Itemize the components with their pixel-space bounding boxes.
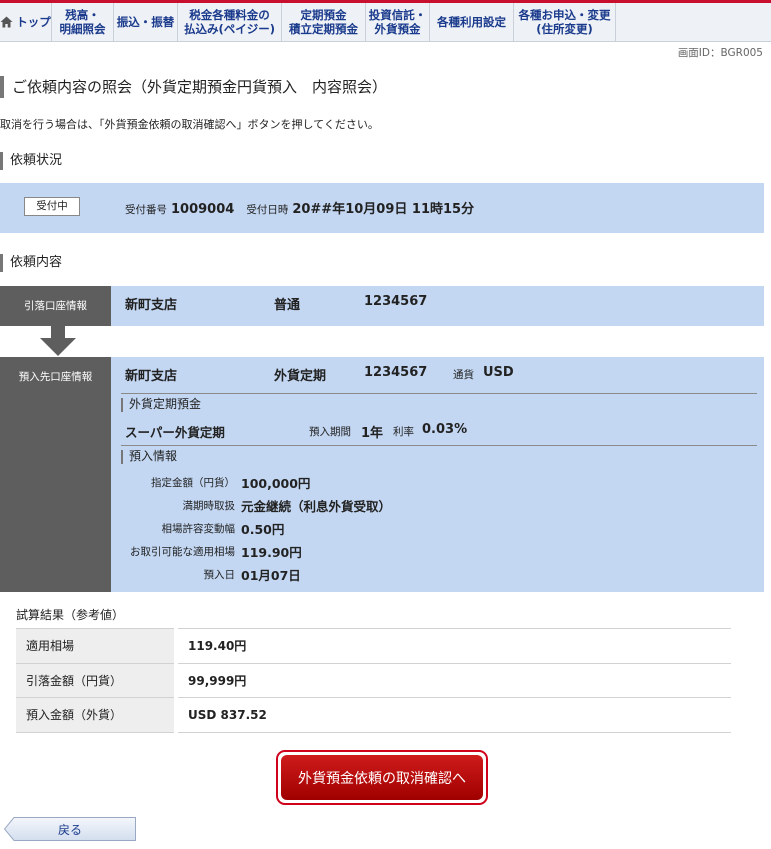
nav-payeasy-label: 税金各種料金の 払込み(ペイジー) <box>183 8 275 36</box>
trial-label: 適用相場 <box>16 628 178 664</box>
nav-balance[interactable]: 残高・ 明細照会 <box>52 3 114 41</box>
info-value: 0.50円 <box>241 522 285 537</box>
info-value: 元金継続（利息外貨受取） <box>241 499 392 514</box>
status-badge: 受付中 <box>24 197 80 216</box>
debit-account-block: 新町支店 普通 1234567 <box>111 286 764 326</box>
receipt-date-label: 受付日時 <box>246 204 289 216</box>
table-row: 預入金額（外貨） USD 837.52 <box>16 697 731 733</box>
info-label: 満期時取扱 <box>182 500 236 512</box>
nav-transfer[interactable]: 振込・振替 <box>114 3 178 41</box>
nav-settings-label: 各種利用設定 <box>437 15 506 29</box>
nav-time-deposit[interactable]: 定期預金 積立定期預金 <box>282 3 366 41</box>
deposit-info-heading: 預入情報 <box>121 445 757 464</box>
nav-home-label: トップ <box>16 15 51 29</box>
debit-branch: 新町支店 <box>125 298 178 313</box>
table-row: 引落金額（円貨） 99,999円 <box>16 663 731 698</box>
trial-label: 引落金額（円貨） <box>16 663 178 698</box>
info-label: 相場許容変動幅 <box>161 523 236 535</box>
term-label: 預入期間 <box>309 426 351 438</box>
cancel-confirm-button[interactable]: 外貨預金依頼の取消確認へ <box>281 755 483 800</box>
deposit-account-block: 新町支店 外貨定期 1234567 通貨 USD 外貨定期預金 スーパー外貨定期… <box>111 357 764 592</box>
receipt-date: 20##年10月09日 11時15分 <box>292 202 475 217</box>
nav-home[interactable]: トップ <box>0 3 52 41</box>
receipt-no-label: 受付番号 <box>125 204 167 216</box>
info-label: お取引可能な適用相場 <box>130 546 235 558</box>
rate-label: 利率 <box>393 426 414 438</box>
debit-account-label: 引落口座情報 <box>0 286 111 326</box>
trial-table: 適用相場 119.40円 引落金額（円貨） 99,999円 預入金額（外貨） U… <box>16 628 731 733</box>
home-icon <box>0 16 13 28</box>
receipt-info: 受付番号 1009004 受付日時 20##年10月09日 11時15分 <box>125 198 486 217</box>
nav-time-deposit-label: 定期預金 積立定期預金 <box>289 8 358 36</box>
status-band: 受付中 受付番号 1009004 受付日時 20##年10月09日 11時15分 <box>0 183 764 233</box>
deposit-branch: 新町支店 <box>125 369 178 384</box>
nav-settings[interactable]: 各種利用設定 <box>430 3 514 41</box>
nav-transfer-label: 振込・振替 <box>116 15 175 29</box>
product-heading: 外貨定期預金 <box>121 393 757 412</box>
info-label: 預入日 <box>203 569 236 581</box>
deposit-number: 1234567 <box>364 365 428 380</box>
trial-title: 試算結果（参考値） <box>16 608 125 622</box>
deposit-account-label: 預入先口座情報 <box>0 357 111 592</box>
currency-value: USD <box>483 365 514 380</box>
nav-balance-label: 残高・ 明細照会 <box>59 8 106 36</box>
nav-payeasy[interactable]: 税金各種料金の 払込み(ペイジー) <box>178 3 282 41</box>
trial-label: 預入金額（外貨） <box>16 697 178 733</box>
cancel-notice: 取消を行う場合は、「外貨預金依頼の取消確認へ」ボタンを押してください。 <box>0 118 379 131</box>
term-value: 1年 <box>361 426 384 441</box>
rate-value: 0.03% <box>422 422 468 437</box>
back-button-label: 戻る <box>57 823 82 837</box>
info-value: 119.90円 <box>241 545 302 560</box>
down-arrow-icon <box>40 326 76 356</box>
nav-applications-label: 各種お申込・変更 (住所変更) <box>518 8 611 36</box>
trial-value: 119.40円 <box>176 628 731 664</box>
top-nav: トップ 残高・ 明細照会 振込・振替 税金各種料金の 払込み(ペイジー) 定期預… <box>0 0 771 42</box>
debit-number: 1234567 <box>364 294 428 309</box>
currency-label: 通貨 <box>453 369 474 381</box>
nav-investment-label: 投資信託・ 外貨預金 <box>368 8 427 36</box>
deposit-type: 外貨定期 <box>274 369 327 384</box>
product-name: スーパー外貨定期 <box>125 425 225 440</box>
receipt-no: 1009004 <box>171 202 235 217</box>
info-value: 100,000円 <box>241 476 311 491</box>
table-row: 適用相場 119.40円 <box>16 628 731 664</box>
back-button[interactable]: 戻る <box>4 817 136 841</box>
screen-id: 画面ID：BGR005 <box>677 47 763 59</box>
detail-heading: 依頼内容 <box>0 254 62 272</box>
debit-type: 普通 <box>274 298 301 313</box>
trial-value: 99,999円 <box>176 663 731 698</box>
info-label: 指定金額（円貨） <box>151 477 235 489</box>
nav-applications[interactable]: 各種お申込・変更 (住所変更) <box>514 3 616 41</box>
status-heading: 依頼状況 <box>0 152 62 170</box>
cancel-button-frame: 外貨預金依頼の取消確認へ <box>276 750 488 805</box>
page-title: ご依頼内容の照会（外貨定期預金円貨預入 内容照会） <box>0 76 387 98</box>
trial-value: USD 837.52 <box>176 697 731 733</box>
nav-investment[interactable]: 投資信託・ 外貨預金 <box>366 3 430 41</box>
info-value: 01月07日 <box>241 568 301 583</box>
